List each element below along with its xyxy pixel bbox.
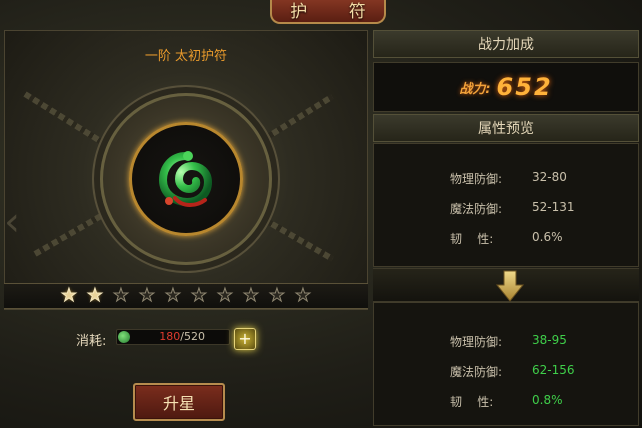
power-bonus-header: 战力加成 [373, 30, 639, 58]
star-icon: ★ [268, 285, 286, 306]
amulet-display-panel: 一阶 太初护符 [4, 30, 368, 310]
cost-label: 消耗: [76, 334, 107, 349]
amulet-window: 护 符 一阶 太初护符 ‹ ★ ★ ★ ★ ★ ★ ★ ★ ★ ★ 消耗: 18… [0, 0, 642, 428]
stat-row: 魔法防御: 62-156 [450, 363, 575, 380]
stat-row: 物理防御: 32-80 [450, 170, 567, 187]
stat-name: 魔法防御: [450, 202, 503, 216]
stat-name: 韧 性: [450, 395, 494, 409]
stat-name: 魔法防御: [450, 365, 503, 379]
add-material-button[interactable]: + [234, 328, 256, 350]
star-icon: ★ [112, 285, 130, 306]
star-icon: ★ [138, 285, 156, 306]
stat-name: 物理防御: [450, 172, 503, 186]
star-icon: ★ [60, 285, 78, 306]
jade-dragon-amulet-icon [158, 151, 213, 207]
star-icon: ★ [190, 285, 208, 306]
star-rating-bar: ★ ★ ★ ★ ★ ★ ★ ★ ★ ★ [4, 283, 368, 309]
amulet-medallion [100, 93, 272, 265]
stat-value: 32-80 [532, 170, 567, 184]
cost-current: 180 [159, 330, 181, 343]
stat-row: 物理防御: 38-95 [450, 333, 567, 350]
stat-value: 52-131 [532, 200, 575, 214]
star-icon: ★ [216, 285, 234, 306]
cost-bar: 180/520 [116, 329, 230, 345]
current-stats-panel: 物理防御: 32-80 魔法防御: 52-131 韧 性: 0.6% [373, 143, 639, 267]
left-arrow-icon[interactable]: ‹ [4, 200, 24, 244]
power-label: 战力: [459, 81, 491, 97]
stat-row: 韧 性: 0.6% [450, 230, 563, 247]
star-icon: ★ [164, 285, 182, 306]
stat-value: 0.8% [532, 393, 563, 407]
star-icon: ★ [86, 285, 104, 306]
stat-row: 魔法防御: 52-131 [450, 200, 575, 217]
star-icon: ★ [242, 285, 260, 306]
upgrade-arrow-area [373, 268, 639, 302]
stat-value: 38-95 [532, 333, 567, 347]
power-bonus-panel: 战力: 652 [373, 62, 639, 112]
stat-value: 0.6% [532, 230, 563, 244]
power-value: 652 [496, 73, 553, 101]
cost-amount: 180/520 [159, 330, 205, 344]
star-icon: ★ [294, 285, 312, 306]
cost-gem-icon [118, 331, 130, 343]
window-title-tab: 护 符 [270, 0, 386, 24]
window-title: 护 符 [290, 1, 384, 22]
next-stats-panel: 物理防御: 38-95 魔法防御: 62-156 韧 性: 0.8% [373, 302, 639, 426]
down-arrow-icon [495, 270, 525, 302]
stat-name: 物理防御: [450, 335, 503, 349]
stat-row: 韧 性: 0.8% [450, 393, 563, 410]
stat-name: 韧 性: [450, 232, 494, 246]
upgrade-star-button[interactable]: 升星 [133, 383, 225, 421]
item-name: 一阶 太初护符 [144, 49, 228, 64]
attribute-preview-header: 属性预览 [373, 114, 639, 142]
amulet-slot[interactable] [129, 122, 243, 236]
stat-value: 62-156 [532, 363, 575, 377]
cost-total: /520 [180, 330, 205, 343]
